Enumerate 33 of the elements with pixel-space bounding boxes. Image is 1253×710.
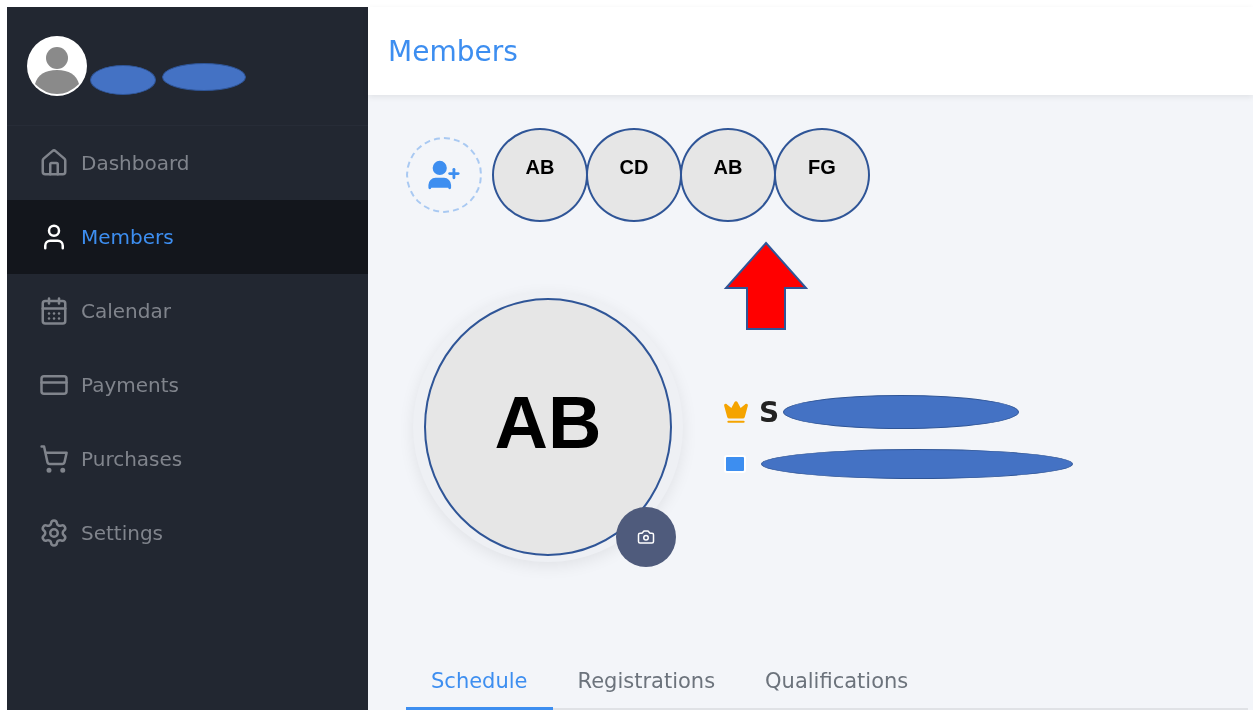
- tab[interactable]: Schedule: [406, 659, 553, 710]
- sidebar-item[interactable]: Members: [7, 200, 368, 274]
- sidebar-item[interactable]: Calendar: [7, 274, 368, 348]
- tab[interactable]: Registrations: [552, 659, 741, 710]
- camera-icon: [637, 528, 655, 546]
- add-member-button[interactable]: [406, 137, 482, 213]
- sidebar-item[interactable]: Dashboard: [7, 126, 368, 200]
- sidebar-label: Calendar: [81, 299, 171, 323]
- sidebar-item[interactable]: Purchases: [7, 422, 368, 496]
- tab[interactable]: Qualifications: [740, 659, 934, 710]
- sidebar-label: Payments: [81, 373, 179, 397]
- user-avatar-icon: [27, 36, 87, 96]
- member-avatar[interactable]: CD: [586, 128, 682, 222]
- home-icon: [39, 148, 69, 178]
- add-user-icon: [427, 158, 461, 192]
- cart-icon: [39, 444, 69, 474]
- sidebar-item[interactable]: Payments: [7, 348, 368, 422]
- sidebar-label: Dashboard: [81, 151, 190, 175]
- crown-icon: [723, 399, 749, 425]
- page-title: Members: [388, 34, 518, 68]
- profile-avatar: AB: [424, 298, 672, 556]
- sidebar-item[interactable]: Settings: [7, 496, 368, 570]
- camera-button[interactable]: [616, 507, 676, 567]
- member-avatar[interactable]: AB: [680, 128, 776, 222]
- sidebar-label: Settings: [81, 521, 164, 545]
- member-avatar[interactable]: AB: [492, 128, 588, 222]
- redaction-mark: [90, 65, 156, 95]
- member-name: S: [759, 395, 780, 429]
- calendar-icon: [39, 296, 69, 326]
- sidebar-label: Members: [81, 225, 174, 249]
- member-avatar[interactable]: FG: [774, 128, 870, 222]
- sidebar-label: Purchases: [81, 447, 183, 471]
- settings-icon: [39, 518, 69, 548]
